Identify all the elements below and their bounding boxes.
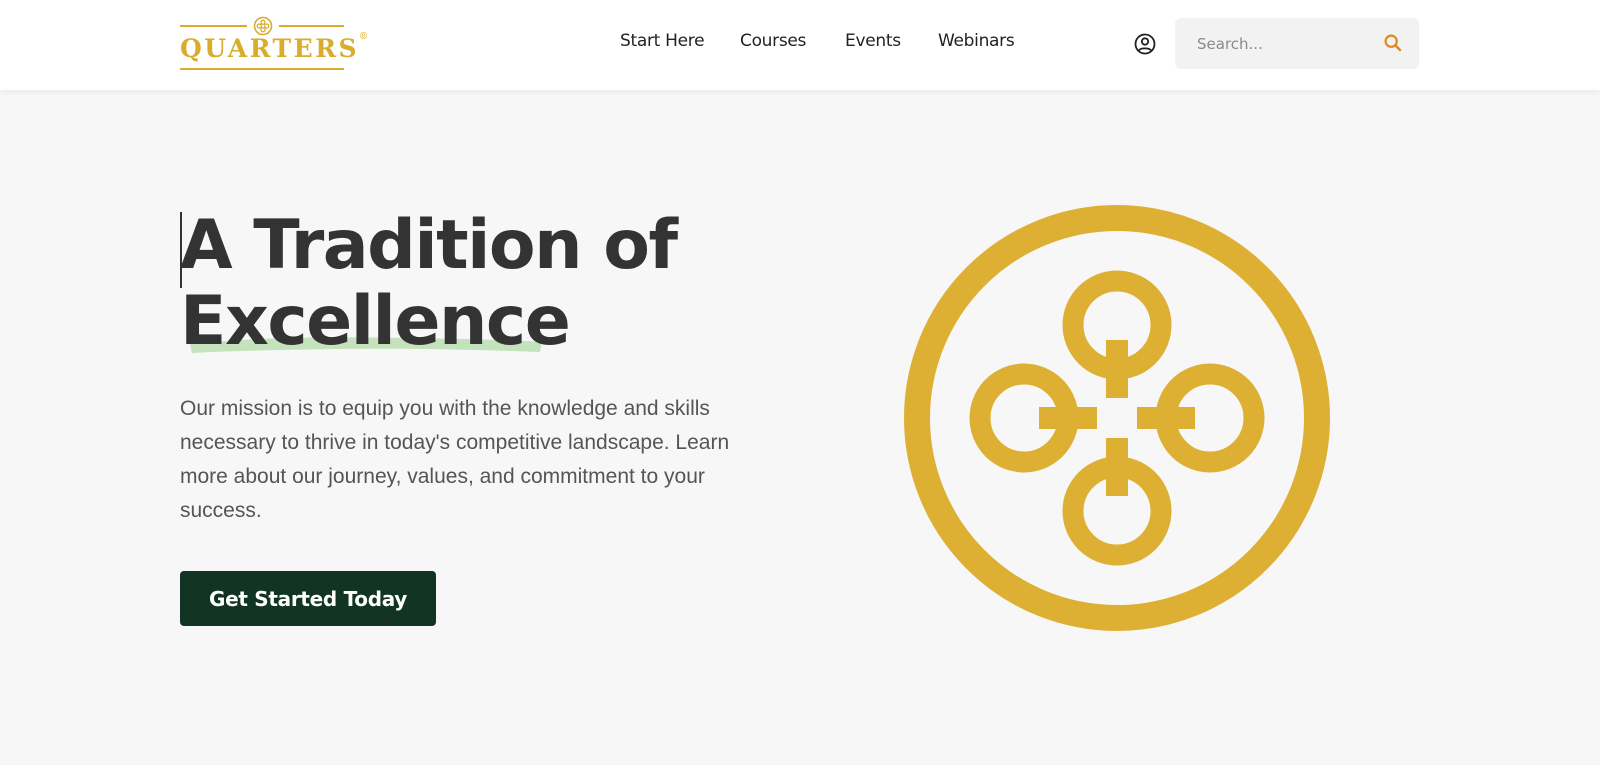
nav-item-events[interactable]: Events [845, 31, 901, 51]
logo-rule-bottom [180, 68, 344, 70]
hero-title: A Tradition of Excellence [180, 208, 740, 360]
quarters-emblem-icon [904, 205, 1330, 631]
hero-title-line-2-wrap: Excellence [180, 284, 740, 360]
logo-rule-top-right [279, 25, 344, 27]
nav-item-courses[interactable]: Courses [740, 31, 806, 51]
logo-emblem-icon [253, 16, 273, 36]
hero-title-line-1: A Tradition of [180, 206, 678, 285]
hero-title-line-2: Excellence [180, 282, 571, 361]
search-box [1175, 18, 1419, 69]
hero-description: Our mission is to equip you with the kno… [180, 397, 730, 522]
site-header: QUARTERS® Start Here Courses Events Webi… [0, 0, 1600, 90]
user-circle-icon[interactable] [1133, 32, 1157, 56]
search-input[interactable] [1197, 32, 1367, 56]
search-icon[interactable] [1383, 33, 1403, 53]
nav-item-start-here[interactable]: Start Here [620, 31, 705, 51]
brand-logo[interactable]: QUARTERS® [180, 16, 369, 72]
registered-mark: ® [359, 32, 369, 42]
nav-item-webinars[interactable]: Webinars [938, 31, 1015, 51]
get-started-button[interactable]: Get Started Today [180, 571, 436, 626]
logo-rule-top-left [180, 25, 247, 27]
logo-wordmark: QUARTERS® [180, 32, 369, 63]
